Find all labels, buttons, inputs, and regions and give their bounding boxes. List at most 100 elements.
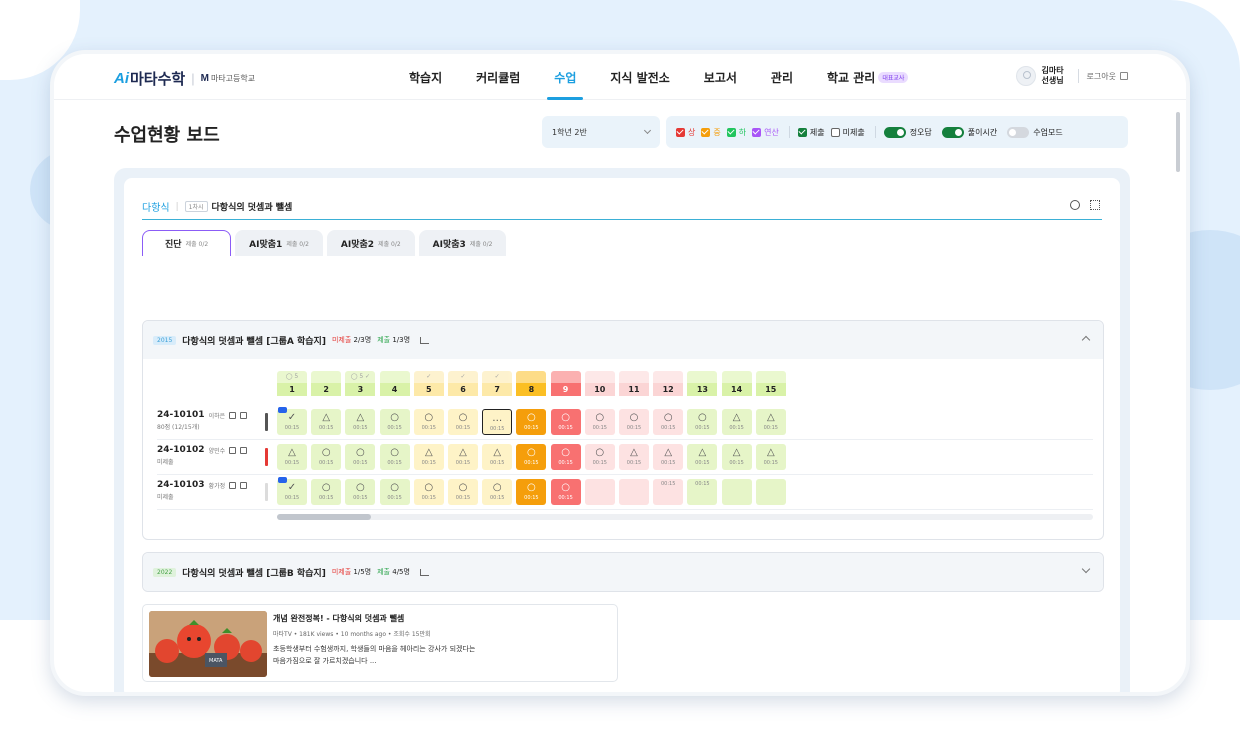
question-header[interactable]: ✓ 7 [482, 371, 513, 397]
answer-cell[interactable] [755, 479, 786, 505]
answer-cell[interactable]: ○ 00:15 [687, 409, 718, 435]
answer-cell[interactable]: △ 00:15 [345, 409, 376, 435]
nav-item[interactable]: 수업 [537, 54, 593, 100]
student-info[interactable]: 24-10103 황가정 미제출 [157, 480, 267, 501]
video-title[interactable]: 개념 완전정복! - 다항식의 덧셈과 뺄셈 [273, 613, 404, 624]
video-thumbnail[interactable]: MATA [149, 611, 267, 677]
question-header[interactable]: 11 [619, 371, 649, 397]
attachment-file[interactable]: DOC통계자료.doc850KB✕ [256, 693, 364, 696]
chevron-up-icon[interactable] [1081, 335, 1091, 345]
answer-cell[interactable]: △ 00:15 [413, 444, 444, 470]
question-header[interactable]: 4 [379, 371, 410, 397]
answer-cell[interactable] [619, 479, 649, 505]
answer-cell[interactable]: ○ 00:15 [516, 444, 547, 470]
answer-cell[interactable]: ○ 00:15 [448, 479, 478, 505]
answer-cell[interactable]: ○ 00:15 [379, 479, 410, 505]
answer-cell[interactable]: ○ 00:15 [413, 479, 444, 505]
answer-cell[interactable]: ○ 00:15 [550, 444, 581, 470]
answer-cell[interactable]: ○ 00:15 [448, 409, 478, 435]
question-header[interactable]: 13 [687, 371, 718, 397]
student-info[interactable]: 24-10101 이하은 80점 (12/15개) [157, 410, 267, 431]
class-select[interactable]: 1학년 2반 [542, 116, 660, 148]
answer-cell[interactable]: ○ 00:15 [653, 409, 684, 435]
tab-0[interactable]: 진단 제출 0/2 [142, 230, 232, 256]
answer-cell[interactable]: ○ 00:15 [550, 479, 581, 505]
question-header[interactable]: ◯ 51 [277, 371, 307, 397]
chevron-down-icon[interactable] [1081, 564, 1091, 574]
answer-cell[interactable]: ○ 00:15 [345, 444, 376, 470]
question-header[interactable]: 9 [550, 371, 581, 397]
scroll-thumb[interactable] [277, 514, 371, 520]
report-icon[interactable] [229, 446, 237, 454]
toggle-switch[interactable]: 풀이시간 [941, 126, 997, 138]
group-a-header[interactable]: 2015 다항식의 덧셈과 뺄셈 [그룹A 학습지] 미제출 2/3명 제출 1… [143, 321, 1103, 359]
question-header[interactable]: ✓ 6 [448, 371, 478, 397]
answer-cell[interactable]: ○ 00:15 [584, 444, 615, 470]
nav-item[interactable]: 보고서 [687, 54, 754, 100]
user-avatar-icon[interactable] [1015, 66, 1036, 86]
app-logo[interactable]: Ai 마타수학 | M 마타고등학교 [114, 68, 255, 89]
toggle-switch[interactable]: 수업모드 [1007, 126, 1063, 138]
student-info[interactable]: 24-10102 양민수 미제출 [157, 445, 267, 466]
answer-cell[interactable]: ○ 00:15 [379, 444, 410, 470]
answer-cell[interactable]: ○ 00:15 [379, 409, 410, 435]
question-header[interactable]: ✓ 5 [413, 371, 444, 397]
level-checkbox[interactable]: 하 [726, 127, 746, 138]
nav-item[interactable]: 학습지 [392, 54, 459, 100]
question-header[interactable]: 8 [516, 371, 547, 397]
tab-1[interactable]: AI맞춤1 제출 0/2 [235, 230, 323, 256]
answer-cell[interactable]: △ 00:15 [619, 444, 649, 470]
message-icon[interactable] [240, 481, 248, 489]
group-b-header[interactable]: 2022 다항식의 덧셈과 뺄셈 [그룹B 학습지] 미제출 1/5명 제출 4… [143, 553, 1103, 591]
nav-item[interactable]: 학교 관리 대표교사 [810, 54, 925, 100]
question-header[interactable]: 14 [721, 371, 752, 397]
level-checkbox[interactable]: 연산 [752, 127, 779, 138]
answer-cell[interactable]: △ 00:15 [311, 409, 342, 435]
answer-cell[interactable] [721, 479, 752, 505]
tab-3[interactable]: AI맞춤3 제출 0/2 [418, 230, 507, 256]
answer-cell[interactable]: △ 00:15 [721, 409, 752, 435]
bar-chart-icon[interactable] [419, 568, 429, 576]
horizontal-scrollbar[interactable] [277, 514, 1093, 520]
answer-cell[interactable]: ○ 00:15 [619, 409, 649, 435]
answer-cell[interactable]: ○ 00:15 [311, 444, 342, 470]
answer-cell[interactable]: ○ 00:15 [550, 409, 581, 435]
message-icon[interactable] [240, 446, 248, 454]
answer-cell[interactable]: ○ 00:15 [516, 409, 547, 435]
answer-cell[interactable]: △ 00:15 [755, 444, 786, 470]
answer-cell[interactable]: 00:15 [687, 479, 718, 505]
question-header[interactable]: 15 [755, 371, 786, 397]
answer-cell[interactable]: △ 00:15 [448, 444, 478, 470]
answer-cell[interactable]: △ 00:15 [482, 444, 513, 470]
attachment-file[interactable]: PDF연습문제.pdf1.2MB✕ [142, 693, 250, 696]
vertical-scrollbar[interactable] [1176, 112, 1180, 172]
answer-cell[interactable]: △ 00:15 [277, 444, 307, 470]
submit-checkbox[interactable]: 미제출 [830, 127, 865, 138]
video-card[interactable]: MATA 개념 완전정복! - 다항식의 덧셈과 뺄셈 마타TV • 181K … [142, 604, 618, 682]
level-checkbox[interactable]: 상 [676, 127, 695, 138]
bar-chart-icon[interactable] [420, 336, 430, 344]
report-icon[interactable] [229, 411, 237, 419]
question-header[interactable]: ◯ 5 ✓ 3 [345, 371, 376, 397]
question-header[interactable]: 2 [311, 371, 342, 397]
answer-cell[interactable]: △ 00:15 [755, 409, 786, 435]
answer-cell[interactable] [584, 479, 615, 505]
answer-cell[interactable]: ○ 00:15 [413, 409, 444, 435]
answer-cell[interactable]: ○ 00:15 [584, 409, 615, 435]
level-checkbox[interactable]: 중 [701, 127, 721, 138]
answer-cell[interactable]: △ 00:15 [653, 444, 684, 470]
gear-icon[interactable] [1070, 200, 1080, 210]
answer-cell[interactable]: ○ 00:15 [516, 479, 547, 505]
question-header[interactable]: 12 [653, 371, 684, 397]
nav-item[interactable]: 관리 [754, 54, 810, 100]
answer-cell[interactable]: … 00:15 [482, 409, 513, 435]
tab-2[interactable]: AI맞춤2 제출 0/2 [326, 230, 415, 256]
answer-cell[interactable]: 00:15 [653, 479, 684, 505]
toggle-switch[interactable]: 정오답 [883, 126, 932, 138]
question-header[interactable]: 10 [584, 371, 615, 397]
nav-item[interactable]: 커리큘럼 [459, 54, 537, 100]
report-icon[interactable] [229, 481, 237, 489]
answer-cell[interactable]: ○ 00:15 [482, 479, 513, 505]
nav-item[interactable]: 지식 발전소 [593, 54, 686, 100]
submit-checkbox[interactable]: 제출 [797, 127, 825, 138]
